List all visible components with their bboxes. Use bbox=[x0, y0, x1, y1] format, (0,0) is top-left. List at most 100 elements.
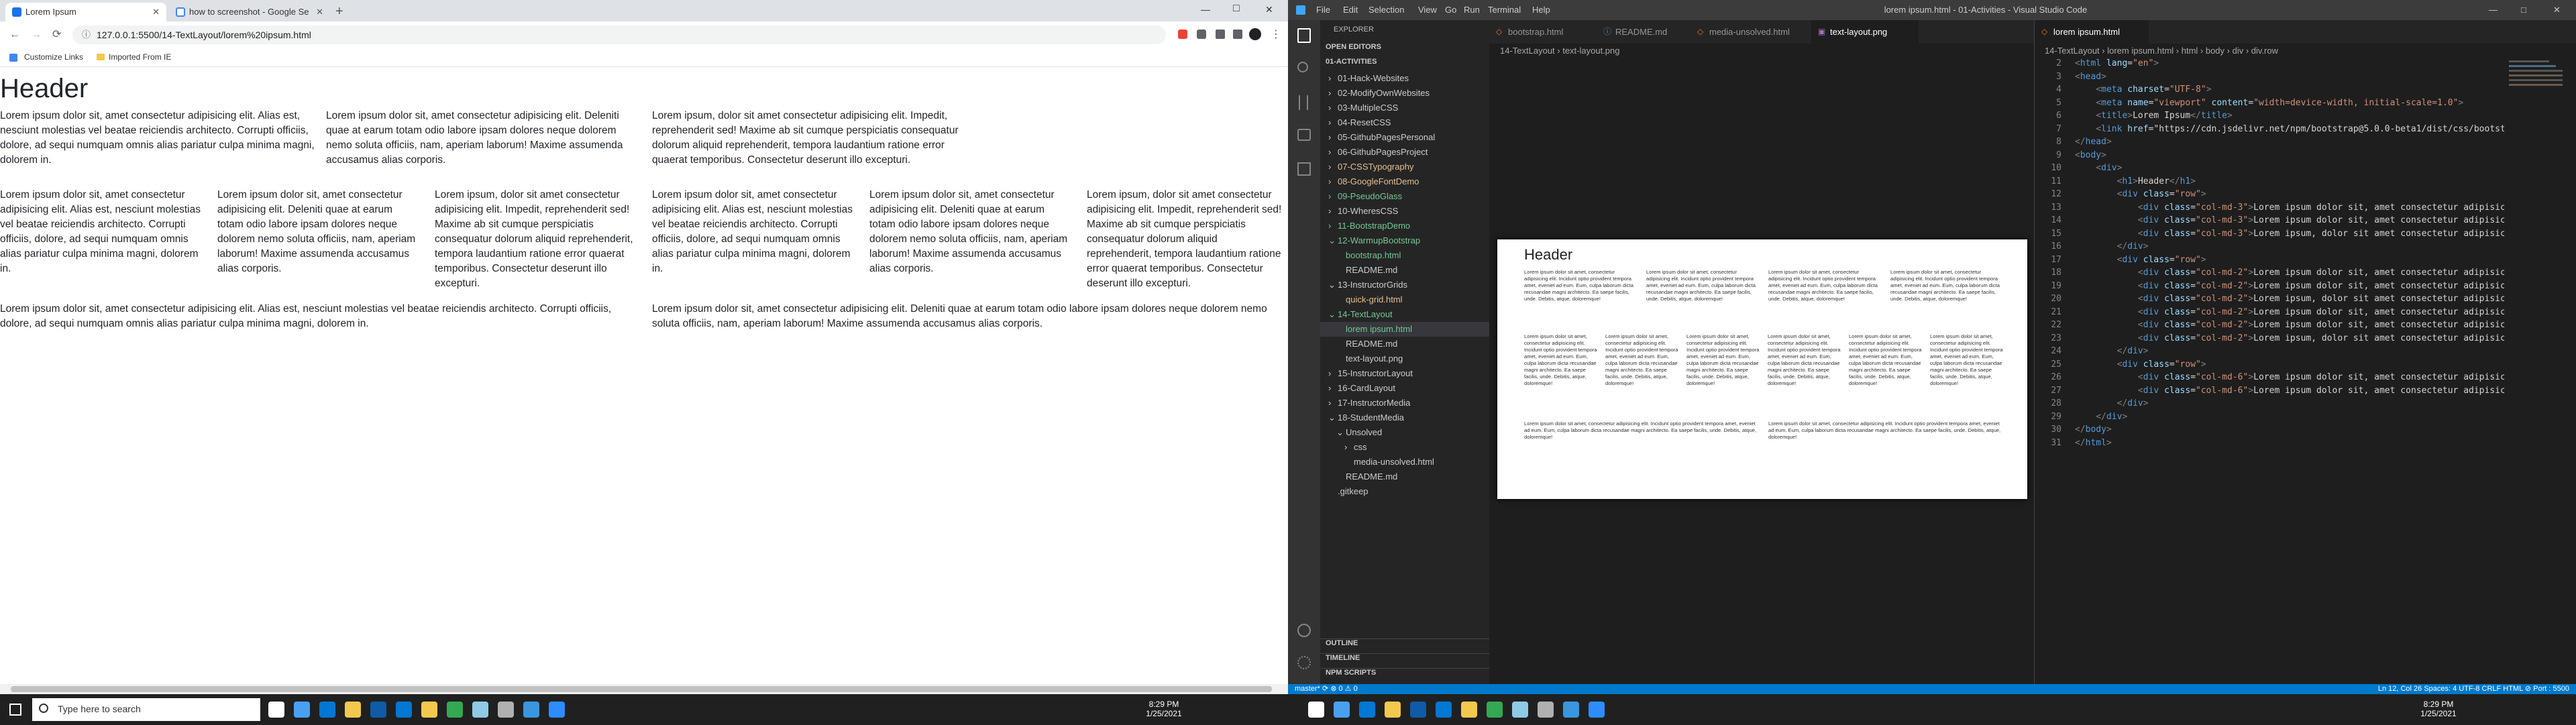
menu-selection[interactable]: Selection bbox=[1368, 0, 1404, 20]
menu-run[interactable]: Run bbox=[1464, 0, 1480, 20]
scrollbar-thumb[interactable] bbox=[11, 686, 1272, 692]
code-line[interactable]: </div> bbox=[2075, 412, 2127, 422]
chrome-menu-icon[interactable]: ⋮ bbox=[1271, 28, 1281, 42]
taskbar-app-icon[interactable] bbox=[523, 702, 539, 718]
code-line[interactable]: <div class="row"> bbox=[2075, 255, 2206, 265]
tree-item[interactable]: › 01-Hack-Websites bbox=[1320, 71, 1489, 86]
tree-item[interactable]: › 07-CSSTypography bbox=[1320, 160, 1489, 174]
taskbar-app-icon[interactable] bbox=[472, 702, 488, 718]
code-line[interactable]: <meta charset="UTF-8"> bbox=[2075, 85, 2211, 95]
taskbar-app-icon[interactable] bbox=[396, 702, 412, 718]
taskbar-app-icon[interactable] bbox=[1461, 702, 1477, 718]
tree-item[interactable]: ⌄ Unsolved bbox=[1320, 425, 1489, 440]
windows-start-icon[interactable] bbox=[9, 704, 21, 716]
close-tab-icon[interactable]: ✕ bbox=[152, 3, 160, 21]
tree-item[interactable]: › 15-InstructorLayout bbox=[1320, 366, 1489, 381]
tree-item[interactable]: › 10-WheresCSS bbox=[1320, 204, 1489, 219]
bookmark-imported-from-ie[interactable]: Imported From IE bbox=[109, 52, 171, 62]
tab-google-search[interactable]: how to screenshot - Google Se ✕ bbox=[169, 3, 330, 21]
code-line[interactable]: <div class="col-md-3">Lorem ipsum, dolor… bbox=[2075, 229, 2504, 239]
tree-item[interactable]: quick-grid.html bbox=[1320, 292, 1489, 307]
tree-item[interactable]: README.md bbox=[1320, 337, 1489, 351]
timeline-section[interactable]: TIMELINE bbox=[1320, 653, 1489, 662]
tab-text-layout-png[interactable]: ▣ text-layout.png bbox=[1811, 20, 1919, 44]
code-line[interactable]: <div class="col-md-2">Lorem ipsum dolor … bbox=[2075, 320, 2504, 330]
taskbar-app-icon[interactable] bbox=[1359, 702, 1375, 718]
tree-item[interactable]: › 08-GoogleFontDemo bbox=[1320, 174, 1489, 189]
taskbar-app-icon[interactable] bbox=[319, 702, 335, 718]
code-line[interactable]: </div> bbox=[2075, 398, 2149, 408]
tree-item[interactable]: lorem ipsum.html bbox=[1320, 322, 1489, 337]
code-line[interactable]: <head> bbox=[2075, 72, 2106, 82]
tree-item[interactable]: README.md bbox=[1320, 469, 1489, 484]
run-debug-icon[interactable] bbox=[1297, 129, 1311, 141]
tree-item[interactable]: text-layout.png bbox=[1320, 351, 1489, 366]
code-line[interactable]: <div class="col-md-2">Lorem ipsum, dolor… bbox=[2075, 333, 2504, 343]
right-breadcrumb[interactable]: 14-TextLayout › lorem ipsum.html › html … bbox=[2045, 44, 2508, 58]
tree-item[interactable]: › 09-PseudoGlass bbox=[1320, 189, 1489, 204]
tab-readme[interactable]: ⓘ README.md bbox=[1597, 20, 1690, 44]
site-info-icon[interactable]: ⓘ bbox=[82, 25, 91, 44]
tree-item[interactable]: README.md bbox=[1320, 263, 1489, 278]
taskbar-app-icon[interactable] bbox=[1410, 702, 1426, 718]
tree-item[interactable]: › 11-BootstrapDemo bbox=[1320, 219, 1489, 233]
code-line[interactable]: <body> bbox=[2075, 150, 2106, 160]
tree-item[interactable]: ⌄ 18-StudentMedia bbox=[1320, 410, 1489, 425]
menu-go[interactable]: Go bbox=[1445, 0, 1456, 20]
extension-puzzle-icon[interactable] bbox=[1197, 30, 1206, 39]
code-line[interactable]: <h1>Header</h1> bbox=[2075, 176, 2196, 186]
code-line[interactable]: </body> bbox=[2075, 425, 2112, 435]
source-control-icon[interactable] bbox=[1299, 95, 1308, 110]
search-icon[interactable] bbox=[1297, 62, 1308, 72]
code-line[interactable]: <div class="col-md-2">Lorem ipsum dolor … bbox=[2075, 281, 2504, 291]
taskbar-app-icon[interactable] bbox=[1589, 702, 1605, 718]
code-line[interactable]: <div class="row"> bbox=[2075, 189, 2206, 199]
minimize-button[interactable]: — bbox=[1201, 4, 1210, 15]
code-line[interactable]: <div class="col-md-3">Lorem ipsum dolor … bbox=[2075, 215, 2504, 225]
tree-item[interactable]: › 06-GithubPagesProject bbox=[1320, 145, 1489, 160]
explorer-icon[interactable] bbox=[1297, 28, 1311, 43]
code-line[interactable]: <div class="col-md-6">Lorem ipsum dolor … bbox=[2075, 372, 2504, 382]
code-line[interactable]: <div class="col-md-2">Lorem ipsum, dolor… bbox=[2075, 294, 2504, 304]
code-line[interactable]: <div class="col-md-2">Lorem ipsum dolor … bbox=[2075, 307, 2504, 317]
tree-item[interactable]: › 05-GithubPagesPersonal bbox=[1320, 130, 1489, 145]
menu-help[interactable]: Help bbox=[1532, 0, 1550, 20]
tab-bootstrap-html[interactable]: ◇ bootstrap.html bbox=[1489, 20, 1597, 44]
code-line[interactable]: </div> bbox=[2075, 346, 2149, 356]
code-line[interactable]: <meta name="viewport" content="width=dev… bbox=[2075, 98, 2463, 108]
media-icon[interactable] bbox=[1233, 30, 1242, 39]
code-line[interactable]: <div class="col-md-3">Lorem ipsum dolor … bbox=[2075, 203, 2504, 213]
taskbar-app-icon[interactable] bbox=[447, 702, 463, 718]
workspace-root[interactable]: 01-ACTIVITIES bbox=[1326, 58, 1377, 66]
taskbar-app-icon[interactable] bbox=[268, 702, 284, 718]
taskbar-clock[interactable]: 8:29 PM 1/25/2021 bbox=[1140, 700, 1187, 718]
vs-minimize-button[interactable]: — bbox=[2489, 0, 2498, 20]
profile-avatar[interactable] bbox=[1249, 28, 1261, 40]
extensions-icon[interactable] bbox=[1297, 162, 1311, 176]
close-window-button[interactable]: ✕ bbox=[1265, 4, 1273, 15]
taskbar-app-icon[interactable] bbox=[345, 702, 361, 718]
code-line[interactable]: <html lang="en"> bbox=[2075, 58, 2159, 68]
menu-terminal[interactable]: Terminal bbox=[1488, 0, 1521, 20]
vs-close-button[interactable]: ✕ bbox=[2553, 0, 2561, 20]
menu-edit[interactable]: Edit bbox=[1343, 0, 1358, 20]
code-line[interactable]: </div> bbox=[2075, 241, 2149, 252]
tree-item[interactable]: media-unsolved.html bbox=[1320, 455, 1489, 469]
taskbar-app-icon[interactable] bbox=[421, 702, 437, 718]
outline-section[interactable]: OUTLINE bbox=[1320, 638, 1489, 647]
taskbar-app-icon[interactable] bbox=[1563, 702, 1579, 718]
tab-media-unsolved[interactable]: ◇ media-unsolved.html bbox=[1690, 20, 1811, 44]
address-bar[interactable]: ⓘ 127.0.0.1:5500/14-TextLayout/lorem%20i… bbox=[72, 25, 1166, 44]
vs-maximize-button[interactable]: □ bbox=[2521, 0, 2526, 20]
tree-item[interactable]: › 16-CardLayout bbox=[1320, 381, 1489, 396]
reload-icon[interactable]: ⟳ bbox=[52, 28, 61, 42]
code-editor[interactable]: 2 <html lang="en"> 3 <head> 4 <meta charset=… bbox=[2035, 58, 2504, 684]
tab-lorem-ipsum-html[interactable]: ◇ lorem ipsum.html bbox=[2035, 20, 2149, 44]
taskbar-app-icon[interactable] bbox=[1538, 702, 1554, 718]
taskbar-app-icon[interactable] bbox=[294, 702, 310, 718]
code-line[interactable]: </html> bbox=[2075, 438, 2112, 448]
code-line[interactable]: <title>Lorem Ipsum</title> bbox=[2075, 111, 2233, 121]
taskbar-app-icon[interactable] bbox=[1334, 702, 1350, 718]
tree-item[interactable]: ⌄ 12-WarmupBootstrap bbox=[1320, 233, 1489, 248]
code-line[interactable]: <link href="https://cdn.jsdelivr.net/npm… bbox=[2075, 124, 2504, 134]
